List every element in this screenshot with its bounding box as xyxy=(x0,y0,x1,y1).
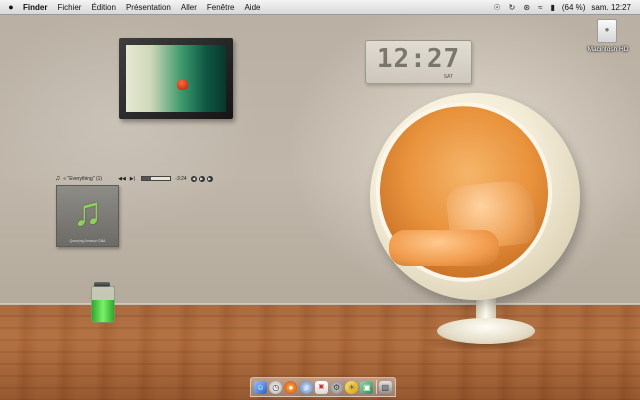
play-pause-icon[interactable]: ▶ xyxy=(198,175,205,182)
iphoto-icon[interactable]: ☀ xyxy=(345,380,359,394)
music-note-icon: ♫ xyxy=(72,190,103,234)
itunes-controller: ♫ « "Everything" (1) ◀◀ ▶) -3:24 ◀ ▶ ▶ xyxy=(55,174,265,183)
dock-separator xyxy=(375,380,377,394)
track-title: « "Everything" (1) xyxy=(63,175,103,182)
menu-fichier[interactable]: Fichier xyxy=(52,3,86,12)
menu-bar: ● Finder Fichier Édition Présentation Al… xyxy=(0,0,640,15)
album-caption: Querying Amazon DBA xyxy=(69,239,106,243)
battery-body xyxy=(91,286,115,323)
dock: ☺ ◷ ● ♫ ▣ ⚙ ☀ ▣ ▧ xyxy=(250,377,396,397)
trash-icon[interactable]: ▧ xyxy=(378,380,392,394)
menu-fenetre[interactable]: Fenêtre xyxy=(202,3,240,12)
rewind-icon[interactable]: ◀◀ xyxy=(118,176,126,182)
clock-icon[interactable]: ◷ xyxy=(269,380,283,394)
previous-track-icon[interactable]: ◀ xyxy=(190,175,197,182)
battery-percentage[interactable]: (64 %) xyxy=(559,3,589,12)
clock-widget-time: 12:27 xyxy=(376,44,461,74)
track-progress-bar[interactable] xyxy=(141,176,172,181)
hard-drive-label[interactable]: Macintosh HD xyxy=(581,46,635,53)
digital-clock-widget[interactable]: 12:27 SAT xyxy=(365,40,472,84)
menu-finder[interactable]: Finder xyxy=(18,3,52,12)
hard-drive-icon[interactable]: ● xyxy=(597,19,617,43)
track-remaining-time: -3:24 xyxy=(175,175,187,182)
menu-aide[interactable]: Aide xyxy=(239,3,265,12)
bluetooth-icon[interactable]: ⊛ xyxy=(519,3,534,12)
ical-icon[interactable]: ▣ xyxy=(314,380,328,394)
preview-icon[interactable]: ▣ xyxy=(360,380,374,394)
chair-base xyxy=(437,318,535,344)
itunes-icon[interactable]: ♫ xyxy=(299,380,313,394)
apple-logo-icon[interactable]: ● xyxy=(4,2,18,12)
clock-widget-day: SAT xyxy=(443,74,453,80)
finder-icon[interactable]: ☺ xyxy=(254,380,268,394)
menubar-clock[interactable]: sam. 12:27 xyxy=(588,3,634,12)
menu-aller[interactable]: Aller xyxy=(176,3,202,12)
album-artwork[interactable]: ♫ Querying Amazon DBA xyxy=(56,185,119,247)
sync-icon[interactable]: ☉ xyxy=(489,3,504,12)
battery-widget[interactable] xyxy=(91,282,115,323)
next-track-icon[interactable]: ▶ xyxy=(206,175,213,182)
battery-level-fill xyxy=(92,299,114,322)
track-progress-fill xyxy=(142,177,151,180)
wifi-icon[interactable]: ≈ xyxy=(534,3,546,12)
frame-photo xyxy=(126,45,226,112)
menu-edition[interactable]: Édition xyxy=(86,3,120,12)
menu-presentation[interactable]: Présentation xyxy=(121,3,176,12)
gummy-bear-icon xyxy=(177,79,188,90)
battery-icon[interactable]: ▮ xyxy=(546,3,558,12)
firefox-icon[interactable]: ● xyxy=(284,380,298,394)
music-note-icon: ♫ xyxy=(55,175,61,182)
menu-extras: ☉ ↻ ⊛ ≈ ▮ (64 %) sam. 12:27 xyxy=(489,3,640,12)
time-machine-icon[interactable]: ↻ xyxy=(505,3,520,12)
chair-seat-cushion xyxy=(389,230,499,266)
system-preferences-icon[interactable]: ⚙ xyxy=(330,380,344,394)
volume-icon[interactable]: ▶) xyxy=(130,176,136,182)
picture-frame-widget[interactable] xyxy=(119,38,233,119)
